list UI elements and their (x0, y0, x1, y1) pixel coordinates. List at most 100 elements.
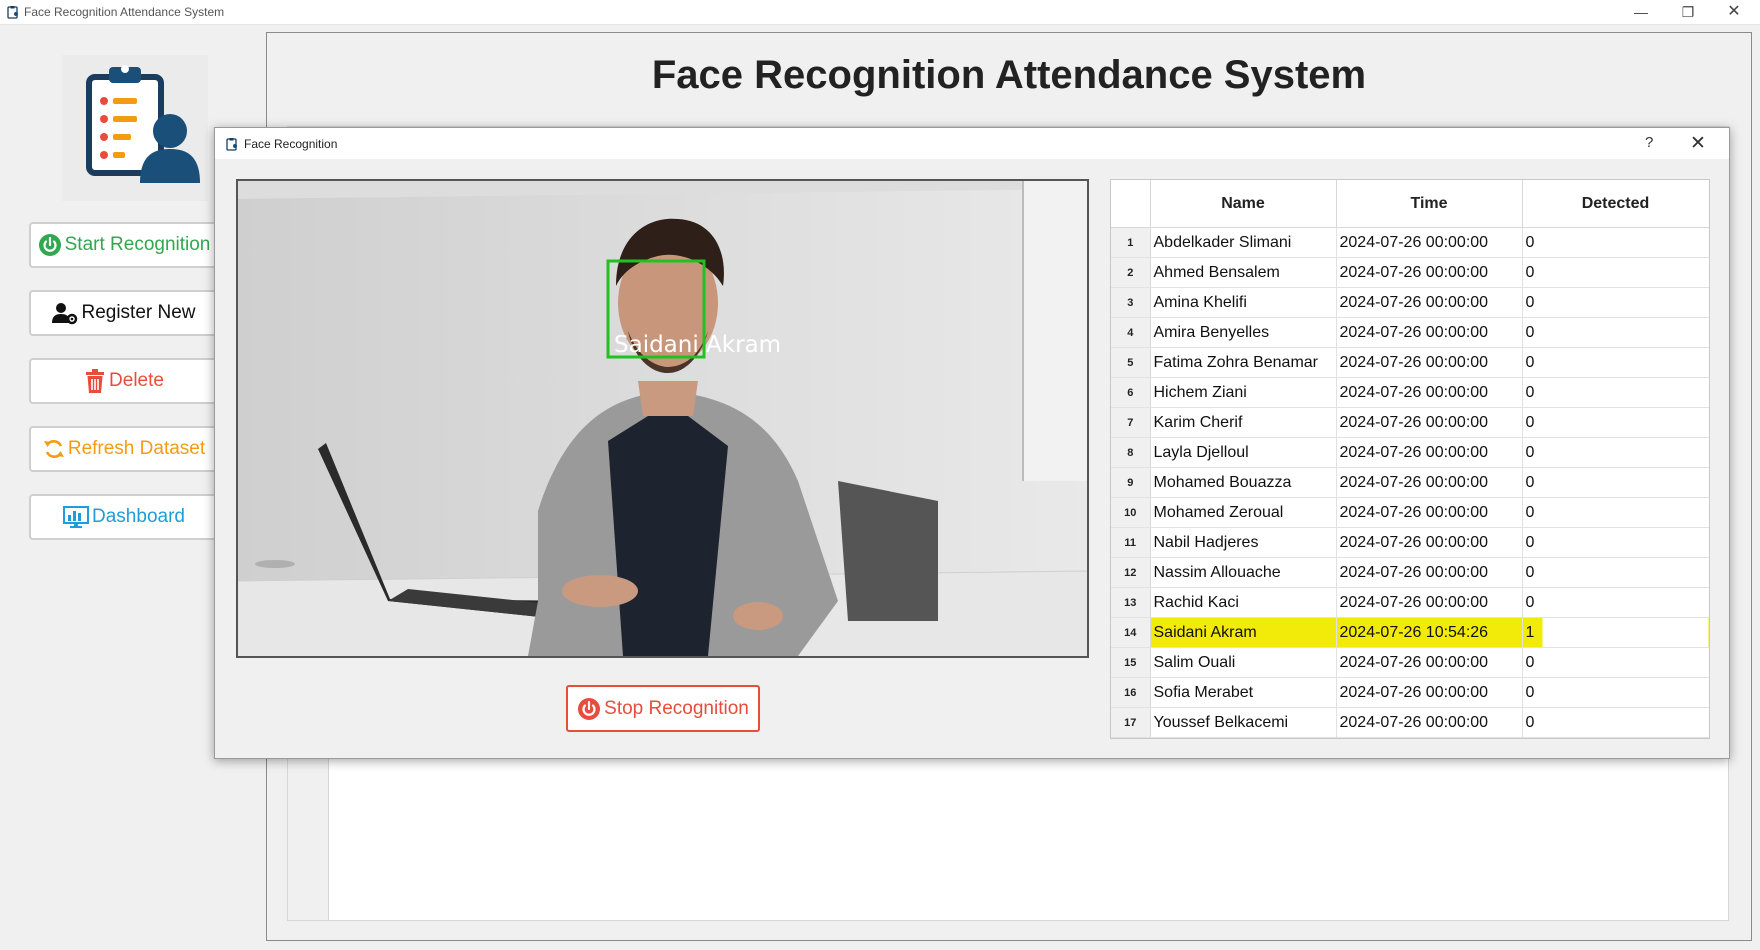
cell-detected[interactable]: 0 (1522, 467, 1709, 498)
table-row[interactable]: 16 Sofia Merabet 2024-07-26 00:00:00 0 (1111, 677, 1709, 708)
row-number[interactable]: 9 (1111, 467, 1151, 498)
maximize-button[interactable]: ❐ (1668, 2, 1708, 22)
cell-time[interactable]: 2024-07-26 00:00:00 (1336, 437, 1523, 468)
cell-time[interactable]: 2024-07-26 00:00:00 (1336, 707, 1523, 738)
row-number[interactable]: 8 (1111, 437, 1151, 468)
cell-time[interactable]: 2024-07-26 00:00:00 (1336, 257, 1523, 288)
cell-time[interactable]: 2024-07-26 00:00:00 (1336, 227, 1523, 258)
cell-detected[interactable]: 0 (1522, 677, 1709, 708)
table-row[interactable]: 12 Nassim Allouache 2024-07-26 00:00:00 0 (1111, 557, 1709, 588)
row-number[interactable]: 13 (1111, 587, 1151, 618)
row-number[interactable]: 2 (1111, 257, 1151, 288)
row-number[interactable]: 5 (1111, 347, 1151, 378)
refresh-dataset-button[interactable]: Refresh Dataset (29, 426, 219, 472)
cell-name[interactable]: Youssef Belkacemi (1150, 707, 1337, 738)
cell-detected[interactable]: 0 (1522, 287, 1709, 318)
cell-detected[interactable]: 0 (1522, 437, 1709, 468)
window-close-button[interactable]: ✕ (1714, 2, 1754, 22)
table-row[interactable]: 13 Rachid Kaci 2024-07-26 00:00:00 0 (1111, 587, 1709, 618)
cell-name[interactable]: Nassim Allouache (1150, 557, 1337, 588)
minimize-button[interactable]: — (1621, 2, 1661, 22)
row-number[interactable]: 15 (1111, 647, 1151, 678)
cell-time[interactable]: 2024-07-26 00:00:00 (1336, 677, 1523, 708)
row-number[interactable]: 4 (1111, 317, 1151, 348)
cell-detected[interactable]: 0 (1522, 557, 1709, 588)
cell-detected[interactable]: 0 (1522, 647, 1709, 678)
register-new-button[interactable]: Register New (29, 290, 219, 336)
row-number[interactable]: 3 (1111, 287, 1151, 318)
cell-time[interactable]: 2024-07-26 10:54:26 (1336, 617, 1523, 648)
table-row[interactable]: 7 Karim Cherif 2024-07-26 00:00:00 0 (1111, 407, 1709, 438)
cell-name[interactable]: Amina Khelifi (1150, 287, 1337, 318)
attendance-table[interactable]: Name Time Detected 1 Abdelkader Slimani 20… (1110, 179, 1710, 739)
cell-name[interactable]: Hichem Ziani (1150, 377, 1337, 408)
cell-time[interactable]: 2024-07-26 00:00:00 (1336, 557, 1523, 588)
cell-name[interactable]: Ahmed Bensalem (1150, 257, 1337, 288)
row-number[interactable]: 16 (1111, 677, 1151, 708)
cell-name[interactable]: Nabil Hadjeres (1150, 527, 1337, 558)
row-number[interactable]: 12 (1111, 557, 1151, 588)
table-row[interactable]: 15 Salim Ouali 2024-07-26 00:00:00 0 (1111, 647, 1709, 678)
table-row[interactable]: 14 Saidani Akram 2024-07-26 10:54:26 1 (1111, 617, 1709, 648)
table-row[interactable]: 6 Hichem Ziani 2024-07-26 00:00:00 0 (1111, 377, 1709, 408)
table-row[interactable]: 10 Mohamed Zeroual 2024-07-26 00:00:00 0 (1111, 497, 1709, 528)
stop-recognition-button[interactable]: Stop Recognition (566, 685, 760, 732)
cell-time[interactable]: 2024-07-26 00:00:00 (1336, 377, 1523, 408)
cell-detected[interactable]: 0 (1522, 227, 1709, 258)
row-number[interactable]: 7 (1111, 407, 1151, 438)
help-button[interactable]: ? (1645, 134, 1653, 151)
cell-name[interactable]: Sofia Merabet (1150, 677, 1337, 708)
table-row[interactable]: 11 Nabil Hadjeres 2024-07-26 00:00:00 0 (1111, 527, 1709, 558)
table-row[interactable]: 4 Amira Benyelles 2024-07-26 00:00:00 0 (1111, 317, 1709, 348)
cell-name[interactable]: Saidani Akram (1150, 617, 1337, 648)
dashboard-button[interactable]: Dashboard (29, 494, 219, 540)
cell-detected[interactable]: 0 (1522, 707, 1709, 738)
table-row[interactable]: 8 Layla Djelloul 2024-07-26 00:00:00 0 (1111, 437, 1709, 468)
cell-time[interactable]: 2024-07-26 00:00:00 (1336, 527, 1523, 558)
cell-detected[interactable]: 0 (1522, 317, 1709, 348)
cell-detected[interactable]: 0 (1522, 527, 1709, 558)
cell-time[interactable]: 2024-07-26 00:00:00 (1336, 647, 1523, 678)
cell-name[interactable]: Amira Benyelles (1150, 317, 1337, 348)
table-row[interactable]: 9 Mohamed Bouazza 2024-07-26 00:00:00 0 (1111, 467, 1709, 498)
cell-name[interactable]: Mohamed Zeroual (1150, 497, 1337, 528)
table-row[interactable]: 5 Fatima Zohra Benamar 2024-07-26 00:00:00… (1111, 347, 1709, 378)
row-number[interactable]: 10 (1111, 497, 1151, 528)
cell-time[interactable]: 2024-07-26 00:00:00 (1336, 467, 1523, 498)
cell-name[interactable]: Mohamed Bouazza (1150, 467, 1337, 498)
cell-name[interactable]: Rachid Kaci (1150, 587, 1337, 618)
cell-time[interactable]: 2024-07-26 00:00:00 (1336, 497, 1523, 528)
cell-time[interactable]: 2024-07-26 00:00:00 (1336, 287, 1523, 318)
cell-detected[interactable]: 0 (1522, 347, 1709, 378)
cell-time[interactable]: 2024-07-26 00:00:00 (1336, 407, 1523, 438)
column-header-detected[interactable]: Detected (1522, 180, 1709, 228)
cell-name[interactable]: Fatima Zohra Benamar (1150, 347, 1337, 378)
table-row[interactable]: 2 Ahmed Bensalem 2024-07-26 00:00:00 0 (1111, 257, 1709, 288)
cell-detected[interactable]: 1 (1522, 617, 1709, 648)
table-row[interactable]: 3 Amina Khelifi 2024-07-26 00:00:00 0 (1111, 287, 1709, 318)
table-row[interactable]: 1 Abdelkader Slimani 2024-07-26 00:00:00 0 (1111, 227, 1709, 258)
cell-time[interactable]: 2024-07-26 00:00:00 (1336, 587, 1523, 618)
row-number[interactable]: 11 (1111, 527, 1151, 558)
cell-time[interactable]: 2024-07-26 00:00:00 (1336, 317, 1523, 348)
cell-name[interactable]: Layla Djelloul (1150, 437, 1337, 468)
dialog-close-button[interactable]: ✕ (1690, 132, 1706, 155)
column-header-name[interactable]: Name (1150, 180, 1337, 228)
row-number[interactable]: 17 (1111, 707, 1151, 738)
row-number[interactable]: 14 (1111, 617, 1151, 648)
cell-detected[interactable]: 0 (1522, 257, 1709, 288)
column-header-time[interactable]: Time (1336, 180, 1523, 228)
cell-time[interactable]: 2024-07-26 00:00:00 (1336, 347, 1523, 378)
table-corner[interactable] (1111, 180, 1151, 228)
cell-detected[interactable]: 0 (1522, 497, 1709, 528)
table-row[interactable]: 17 Youssef Belkacemi 2024-07-26 00:00:00 0 (1111, 707, 1709, 738)
row-number[interactable]: 6 (1111, 377, 1151, 408)
row-number[interactable]: 1 (1111, 227, 1151, 258)
start-recognition-button[interactable]: Start Recognition (29, 222, 219, 268)
cell-detected[interactable]: 0 (1522, 377, 1709, 408)
delete-button[interactable]: Delete (29, 358, 219, 404)
cell-detected[interactable]: 0 (1522, 587, 1709, 618)
cell-name[interactable]: Salim Ouali (1150, 647, 1337, 678)
cell-detected[interactable]: 0 (1522, 407, 1709, 438)
cell-name[interactable]: Karim Cherif (1150, 407, 1337, 438)
